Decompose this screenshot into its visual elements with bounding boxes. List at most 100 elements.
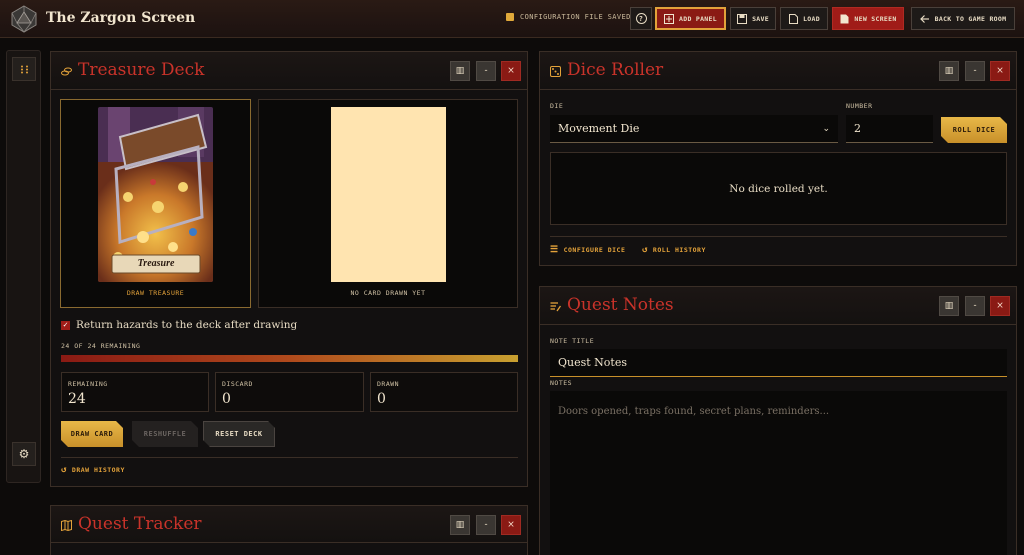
plus-box-icon [664, 13, 675, 24]
minus-icon: - [484, 520, 488, 530]
settings-button[interactable]: ⚙ [12, 442, 36, 466]
card-caption: Treasure [137, 258, 175, 269]
save-status-text: CONFIGURATION FILE SAVED [520, 13, 631, 21]
app-title: The Zargon Screen [46, 10, 196, 26]
number-input[interactable]: 2 [846, 115, 933, 143]
notes-placeholder: Doors opened, traps found, secret plans,… [558, 406, 830, 417]
stat-discard: DISCARD 0 [215, 372, 364, 412]
note-title-input[interactable]: Quest Notes [550, 349, 1007, 377]
save-button[interactable]: SAVE [730, 7, 776, 30]
notes-textarea[interactable]: Doors opened, traps found, secret plans,… [550, 391, 1007, 555]
empty-results-text: No dice rolled yet. [729, 182, 828, 195]
stat-label: REMAINING [68, 380, 108, 388]
panel-title: Quest Tracker [78, 514, 202, 534]
top-bar: The Zargon Screen CONFIGURATION FILE SAV… [0, 0, 1024, 38]
divider [550, 236, 1007, 237]
treasure-deck-panel: Treasure Deck ▥ - × Treasure DRAW TREASU… [50, 51, 528, 487]
panel-title: Quest Notes [567, 295, 674, 315]
empty-card-placeholder [331, 107, 446, 282]
no-card-label: NO CARD DRAWN YET [350, 289, 426, 297]
dice-results-area: No dice rolled yet. [550, 152, 1007, 225]
load-button[interactable]: LOAD [780, 7, 828, 30]
minimize-button[interactable]: - [476, 61, 496, 81]
dice-icon [550, 66, 561, 77]
stat-value: 24 [68, 391, 86, 407]
stat-label: DISCARD [222, 380, 253, 388]
remaining-text: 24 OF 24 REMAINING [61, 342, 141, 350]
status-dot-icon [506, 13, 514, 21]
add-panel-label: ADD PANEL [679, 14, 717, 23]
add-panel-button[interactable]: ADD PANEL [655, 7, 726, 30]
roll-history-link[interactable]: ↺ ROLL HISTORY [642, 245, 706, 255]
columns-icon: ▥ [944, 66, 954, 76]
sliders-icon: ☰ [550, 245, 559, 255]
panel-header[interactable]: Dice Roller ▥ - × [540, 52, 1016, 90]
draw-treasure-slot[interactable]: Treasure DRAW TREASURE [60, 99, 251, 308]
return-hazards-label: Return hazards to the deck after drawing [76, 319, 298, 331]
minimize-button[interactable]: - [965, 296, 985, 316]
stat-remaining: REMAINING 24 [61, 372, 209, 412]
quest-notes-panel: Quest Notes ▥ - × NOTE TITLE Quest Notes… [539, 286, 1017, 555]
reset-deck-button[interactable]: RESET DECK [203, 421, 275, 447]
stat-label: DRAWN [377, 380, 400, 388]
layout-button[interactable]: ▥ [450, 61, 470, 81]
columns-icon: ▥ [455, 66, 465, 76]
draw-treasure-label: DRAW TREASURE [126, 289, 185, 297]
grip-dots-icon [20, 65, 28, 73]
treasure-chest-illustration [98, 107, 213, 282]
columns-icon: ▥ [944, 301, 954, 311]
close-button[interactable]: × [501, 515, 521, 535]
save-icon [737, 13, 748, 24]
minus-icon: - [973, 66, 977, 76]
drawn-card-slot: NO CARD DRAWN YET [258, 99, 518, 308]
load-label: LOAD [803, 14, 820, 23]
close-button[interactable]: × [990, 61, 1010, 81]
reshuffle-button[interactable]: RESHUFFLE [132, 421, 198, 447]
treasure-card-back: Treasure [98, 107, 213, 282]
roll-dice-button[interactable]: ROLL DICE [941, 117, 1007, 143]
die-select-value: Movement Die [558, 122, 640, 135]
close-button[interactable]: × [990, 296, 1010, 316]
columns-icon: ▥ [455, 520, 465, 530]
stat-drawn: DRAWN 0 [370, 372, 518, 412]
chevron-down-icon: ⌄ [822, 123, 830, 134]
layout-button[interactable]: ▥ [939, 296, 959, 316]
layout-button[interactable]: ▥ [939, 61, 959, 81]
d20-logo-icon [11, 5, 37, 33]
gear-icon: ⚙ [18, 447, 30, 461]
checkbox-checked-icon[interactable]: ✓ [61, 320, 70, 330]
save-status: CONFIGURATION FILE SAVED [506, 13, 631, 21]
panel-header[interactable]: Treasure Deck ▥ - × [51, 52, 527, 90]
note-title-label: NOTE TITLE [550, 337, 595, 345]
draw-history-link[interactable]: ↺ DRAW HISTORY [61, 465, 125, 475]
save-label: SAVE [752, 14, 769, 23]
coins-icon [61, 66, 72, 77]
minus-icon: - [973, 301, 977, 311]
arrow-left-icon [919, 14, 930, 24]
deck-progress-bar [61, 355, 518, 362]
close-icon: × [507, 520, 515, 530]
die-select[interactable]: Movement Die ⌄ [550, 115, 838, 143]
back-label: BACK TO GAME ROOM [934, 14, 1007, 23]
notes-icon [550, 301, 562, 312]
panel-header[interactable]: Quest Tracker ▥ - × [51, 506, 527, 543]
help-button[interactable]: ? [630, 7, 652, 30]
back-to-game-room-button[interactable]: BACK TO GAME ROOM [911, 7, 1015, 30]
close-button[interactable]: × [501, 61, 521, 81]
panel-header[interactable]: Quest Notes ▥ - × [540, 287, 1016, 325]
draw-card-button[interactable]: DRAW CARD [61, 421, 123, 447]
configure-dice-link[interactable]: ☰ CONFIGURE DICE [550, 245, 625, 255]
minimize-button[interactable]: - [965, 61, 985, 81]
drag-grid-button[interactable] [12, 57, 36, 81]
panel-title: Dice Roller [567, 60, 664, 80]
history-icon: ↺ [61, 465, 67, 475]
stat-value: 0 [222, 391, 231, 407]
close-icon: × [507, 66, 515, 76]
divider [61, 457, 518, 458]
minimize-button[interactable]: - [476, 515, 496, 535]
configure-dice-label: CONFIGURE DICE [563, 246, 626, 254]
return-hazards-option[interactable]: ✓ Return hazards to the deck after drawi… [61, 319, 297, 331]
new-screen-button[interactable]: NEW SCREEN [832, 7, 904, 30]
quest-tracker-panel: Quest Tracker ▥ - × [50, 505, 528, 555]
layout-button[interactable]: ▥ [450, 515, 470, 535]
